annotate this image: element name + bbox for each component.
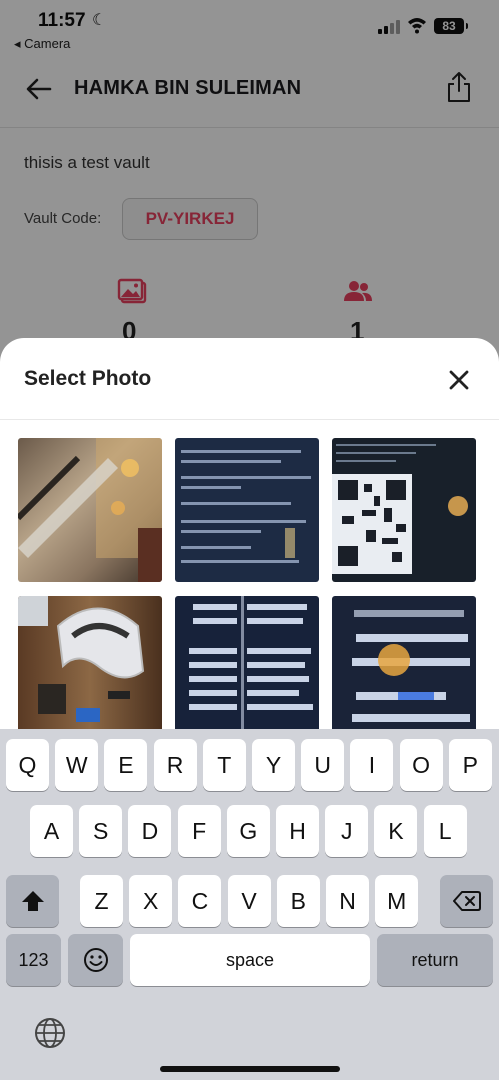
space-key[interactable]: space — [130, 934, 370, 986]
photo-terminal-qr-icon — [352, 610, 470, 722]
key-u[interactable]: U — [301, 739, 345, 791]
emoji-key[interactable] — [68, 934, 123, 986]
key-v[interactable]: V — [227, 875, 271, 927]
photo-thumbnail[interactable] — [332, 596, 476, 740]
key-i[interactable]: I — [350, 739, 394, 791]
key-d[interactable]: D — [128, 805, 172, 857]
backspace-key[interactable] — [440, 875, 493, 927]
return-key[interactable]: return — [377, 934, 493, 986]
globe-icon[interactable] — [33, 1016, 67, 1050]
photo-thumbnail[interactable] — [18, 438, 162, 582]
photo-thumbnail[interactable] — [18, 596, 162, 740]
photo-qr-code-icon — [332, 444, 468, 574]
shift-key[interactable] — [6, 875, 59, 927]
key-b[interactable]: B — [276, 875, 320, 927]
photo-terminal-commands-icon — [189, 596, 313, 740]
key-q[interactable]: Q — [6, 739, 49, 791]
photo-thumbnail[interactable] — [175, 596, 319, 740]
key-s[interactable]: S — [79, 805, 123, 857]
key-l[interactable]: L — [423, 805, 467, 857]
photo-headset-desk-icon — [18, 596, 145, 722]
key-j[interactable]: J — [325, 805, 369, 857]
key-z[interactable]: Z — [80, 875, 123, 927]
numbers-key[interactable]: 123 — [6, 934, 61, 986]
photo-escalator-lights-icon — [18, 438, 162, 582]
photo-terminal-text-icon — [181, 450, 311, 563]
key-a[interactable]: A — [30, 805, 73, 857]
close-icon[interactable] — [446, 367, 472, 393]
key-c[interactable]: C — [178, 875, 222, 927]
key-e[interactable]: E — [104, 739, 148, 791]
backspace-icon — [452, 891, 481, 911]
key-t[interactable]: T — [202, 739, 246, 791]
emoji-icon — [83, 948, 108, 972]
photo-grid — [18, 438, 478, 740]
sheet-header: Select Photo — [0, 338, 499, 420]
home-indicator — [160, 1066, 340, 1072]
shift-icon — [21, 891, 44, 911]
key-p[interactable]: P — [448, 739, 492, 791]
key-n[interactable]: N — [326, 875, 369, 927]
key-r[interactable]: R — [153, 739, 197, 791]
key-x[interactable]: X — [129, 875, 173, 927]
sheet-title: Select Photo — [24, 367, 152, 390]
on-screen-keyboard: QWERTYUIOP ASDFGHJKL ZXCVBNM 123 space r… — [0, 729, 499, 1080]
photo-thumbnail[interactable] — [332, 438, 476, 582]
photo-thumbnail[interactable] — [175, 438, 319, 582]
key-y[interactable]: Y — [252, 739, 295, 791]
key-k[interactable]: K — [374, 805, 418, 857]
key-g[interactable]: G — [226, 805, 270, 857]
key-h[interactable]: H — [276, 805, 319, 857]
key-o[interactable]: O — [399, 739, 443, 791]
key-m[interactable]: M — [375, 875, 419, 927]
key-f[interactable]: F — [177, 805, 221, 857]
key-w[interactable]: W — [55, 739, 99, 791]
